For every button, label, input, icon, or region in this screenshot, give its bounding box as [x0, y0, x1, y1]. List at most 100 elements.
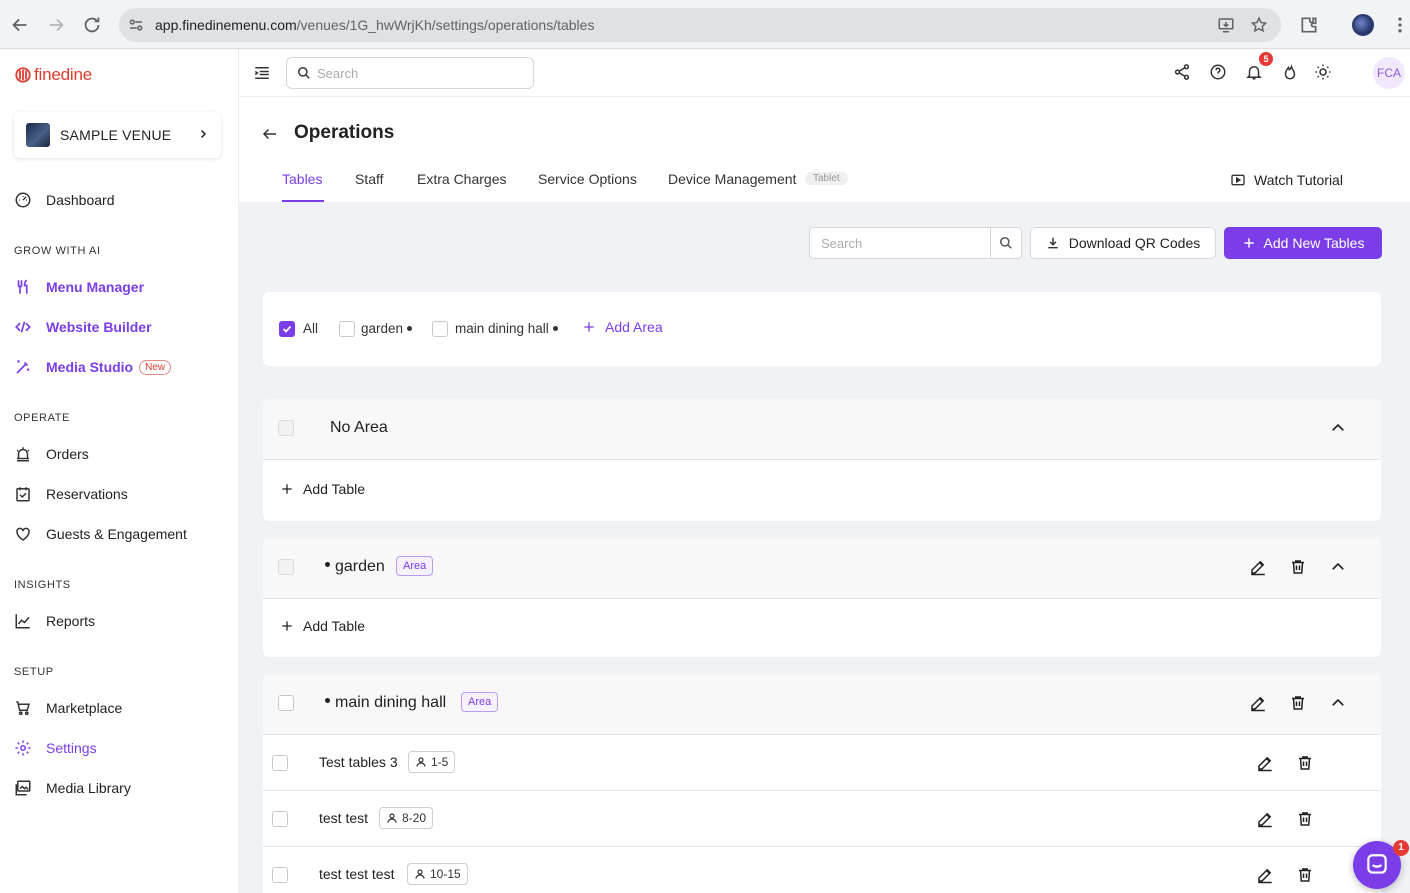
- person-icon: [415, 756, 427, 768]
- add-table-label: Add Table: [303, 481, 366, 497]
- chevron-up-icon[interactable]: [1329, 419, 1347, 437]
- row-select-checkbox[interactable]: [272, 867, 288, 883]
- area-group-title: garden: [325, 558, 385, 576]
- sidebar-item-settings[interactable]: Settings: [14, 737, 97, 759]
- plus-icon: [280, 482, 294, 496]
- fork-knife-icon: [14, 278, 32, 296]
- row-select-checkbox[interactable]: [272, 755, 288, 771]
- capacity-value: 1-5: [431, 755, 449, 769]
- trash-icon[interactable]: [1296, 754, 1314, 772]
- sidebar-item-reservations[interactable]: Reservations: [14, 483, 128, 505]
- table-row[interactable]: Test tables 3 1-5: [263, 735, 1381, 791]
- trash-icon[interactable]: [1289, 558, 1307, 576]
- venue-selector[interactable]: SAMPLE VENUE: [14, 112, 221, 158]
- sidebar-item-orders[interactable]: Orders: [14, 443, 89, 465]
- sidebar-item-menu-manager[interactable]: Menu Manager: [14, 276, 144, 298]
- brand-name: finedine: [34, 65, 92, 84]
- sidebar-item-guests-engagement[interactable]: Guests & Engagement: [14, 523, 187, 545]
- add-area-button[interactable]: Add Area: [582, 319, 663, 335]
- edit-pencil-icon[interactable]: [1249, 694, 1267, 712]
- notification-bell-icon[interactable]: [1245, 63, 1263, 81]
- chevron-up-icon[interactable]: [1329, 558, 1347, 576]
- top-header: 5 FCA: [239, 49, 1410, 97]
- group-select-checkbox: [278, 559, 294, 575]
- filter-all-checkbox[interactable]: [279, 321, 295, 337]
- add-table-button[interactable]: Add Table: [280, 481, 365, 497]
- area-badge: Area: [396, 556, 434, 576]
- bookmark-star-icon[interactable]: [1250, 16, 1268, 34]
- section-heading-grow: GROW WITH AI: [14, 245, 101, 257]
- global-search[interactable]: [286, 57, 534, 89]
- flame-icon[interactable]: [1281, 63, 1299, 81]
- back-arrow-icon[interactable]: [261, 125, 279, 143]
- download-qr-codes-button[interactable]: Download QR Codes: [1030, 227, 1216, 259]
- collapse-sidebar-icon[interactable]: [253, 64, 271, 82]
- sidebar-item-website-builder[interactable]: Website Builder: [14, 316, 152, 338]
- area-filter-card: All garden main dining hall Add Area: [263, 292, 1381, 366]
- sidebar-item-label: Reports: [46, 613, 96, 629]
- download-icon: [1046, 236, 1060, 250]
- user-avatar[interactable]: FCA: [1373, 57, 1405, 89]
- row-select-checkbox[interactable]: [272, 811, 288, 827]
- browser-chrome: app.finedinemenu.com/venues/1G_hwWrjKh/s…: [0, 0, 1410, 49]
- table-row[interactable]: test test 8-20: [263, 791, 1381, 847]
- browser-menu-icon[interactable]: [1390, 15, 1410, 35]
- filter-main-dining-hall-checkbox[interactable]: [432, 321, 448, 337]
- area-group-header: main dining hall Area: [263, 674, 1381, 735]
- help-icon[interactable]: [1209, 63, 1227, 81]
- plus-icon: [582, 320, 596, 334]
- sidebar-item-marketplace[interactable]: Marketplace: [14, 697, 122, 719]
- tab-tables[interactable]: Tables: [282, 171, 322, 187]
- chevron-up-icon[interactable]: [1329, 694, 1347, 712]
- filter-all-label[interactable]: All: [303, 321, 318, 336]
- section-heading-operate: OPERATE: [14, 412, 70, 424]
- search-icon[interactable]: [999, 236, 1013, 250]
- tab-extra-charges[interactable]: Extra Charges: [417, 171, 506, 187]
- theme-sun-icon[interactable]: [1314, 63, 1332, 81]
- tab-service-options[interactable]: Service Options: [538, 171, 637, 187]
- tables-search-input[interactable]: [821, 234, 986, 252]
- add-new-tables-button[interactable]: Add New Tables: [1224, 227, 1382, 259]
- edit-pencil-icon[interactable]: [1256, 810, 1274, 828]
- trash-icon[interactable]: [1289, 694, 1307, 712]
- heart-icon: [14, 525, 32, 543]
- table-row[interactable]: test test test 10-15: [263, 847, 1381, 893]
- sidebar-item-label: Media Studio: [46, 359, 134, 375]
- filter-garden-label[interactable]: garden: [361, 321, 413, 336]
- download-qr-codes-label: Download QR Codes: [1068, 235, 1201, 251]
- reload-icon[interactable]: [81, 14, 103, 36]
- address-bar[interactable]: app.finedinemenu.com/venues/1G_hwWrjKh/s…: [119, 8, 1281, 42]
- edit-pencil-icon[interactable]: [1256, 866, 1274, 884]
- area-group-title: No Area: [330, 419, 388, 436]
- area-badge: Area: [461, 692, 499, 712]
- group-select-checkbox[interactable]: [278, 695, 294, 711]
- tables-search[interactable]: [809, 227, 1022, 259]
- back-arrow-icon[interactable]: [9, 14, 31, 36]
- brand-logo[interactable]: finedine: [14, 65, 92, 85]
- browser-profile-avatar[interactable]: [1352, 14, 1374, 36]
- tab-device-management[interactable]: Device Management: [668, 171, 796, 187]
- tab-staff[interactable]: Staff: [355, 171, 384, 187]
- chat-unread-badge: 1: [1393, 840, 1409, 856]
- add-table-button[interactable]: Add Table: [280, 618, 365, 634]
- trash-icon[interactable]: [1296, 810, 1314, 828]
- install-app-icon[interactable]: [1217, 16, 1235, 34]
- extensions-icon[interactable]: [1299, 15, 1319, 35]
- sidebar-item-reports[interactable]: Reports: [14, 610, 95, 632]
- global-search-input[interactable]: [317, 64, 517, 82]
- sidebar-item-dashboard[interactable]: Dashboard: [14, 189, 115, 211]
- filter-garden-checkbox[interactable]: [339, 321, 355, 337]
- area-group-garden: garden Area Add Table: [263, 538, 1381, 657]
- sidebar-item-media-library[interactable]: Media Library: [14, 777, 131, 799]
- filter-main-dining-hall-label[interactable]: main dining hall: [455, 321, 558, 336]
- trash-icon[interactable]: [1296, 866, 1314, 884]
- site-settings-icon[interactable]: [127, 16, 145, 34]
- forward-arrow-icon[interactable]: [45, 14, 67, 36]
- sidebar-item-media-studio[interactable]: Media Studio New: [14, 356, 172, 378]
- edit-pencil-icon[interactable]: [1256, 754, 1274, 772]
- edit-pencil-icon[interactable]: [1249, 558, 1267, 576]
- table-name: test test test: [319, 866, 395, 882]
- watch-tutorial-link[interactable]: Watch Tutorial: [1230, 172, 1343, 188]
- capacity-value: 10-15: [430, 867, 461, 881]
- share-icon[interactable]: [1173, 63, 1191, 81]
